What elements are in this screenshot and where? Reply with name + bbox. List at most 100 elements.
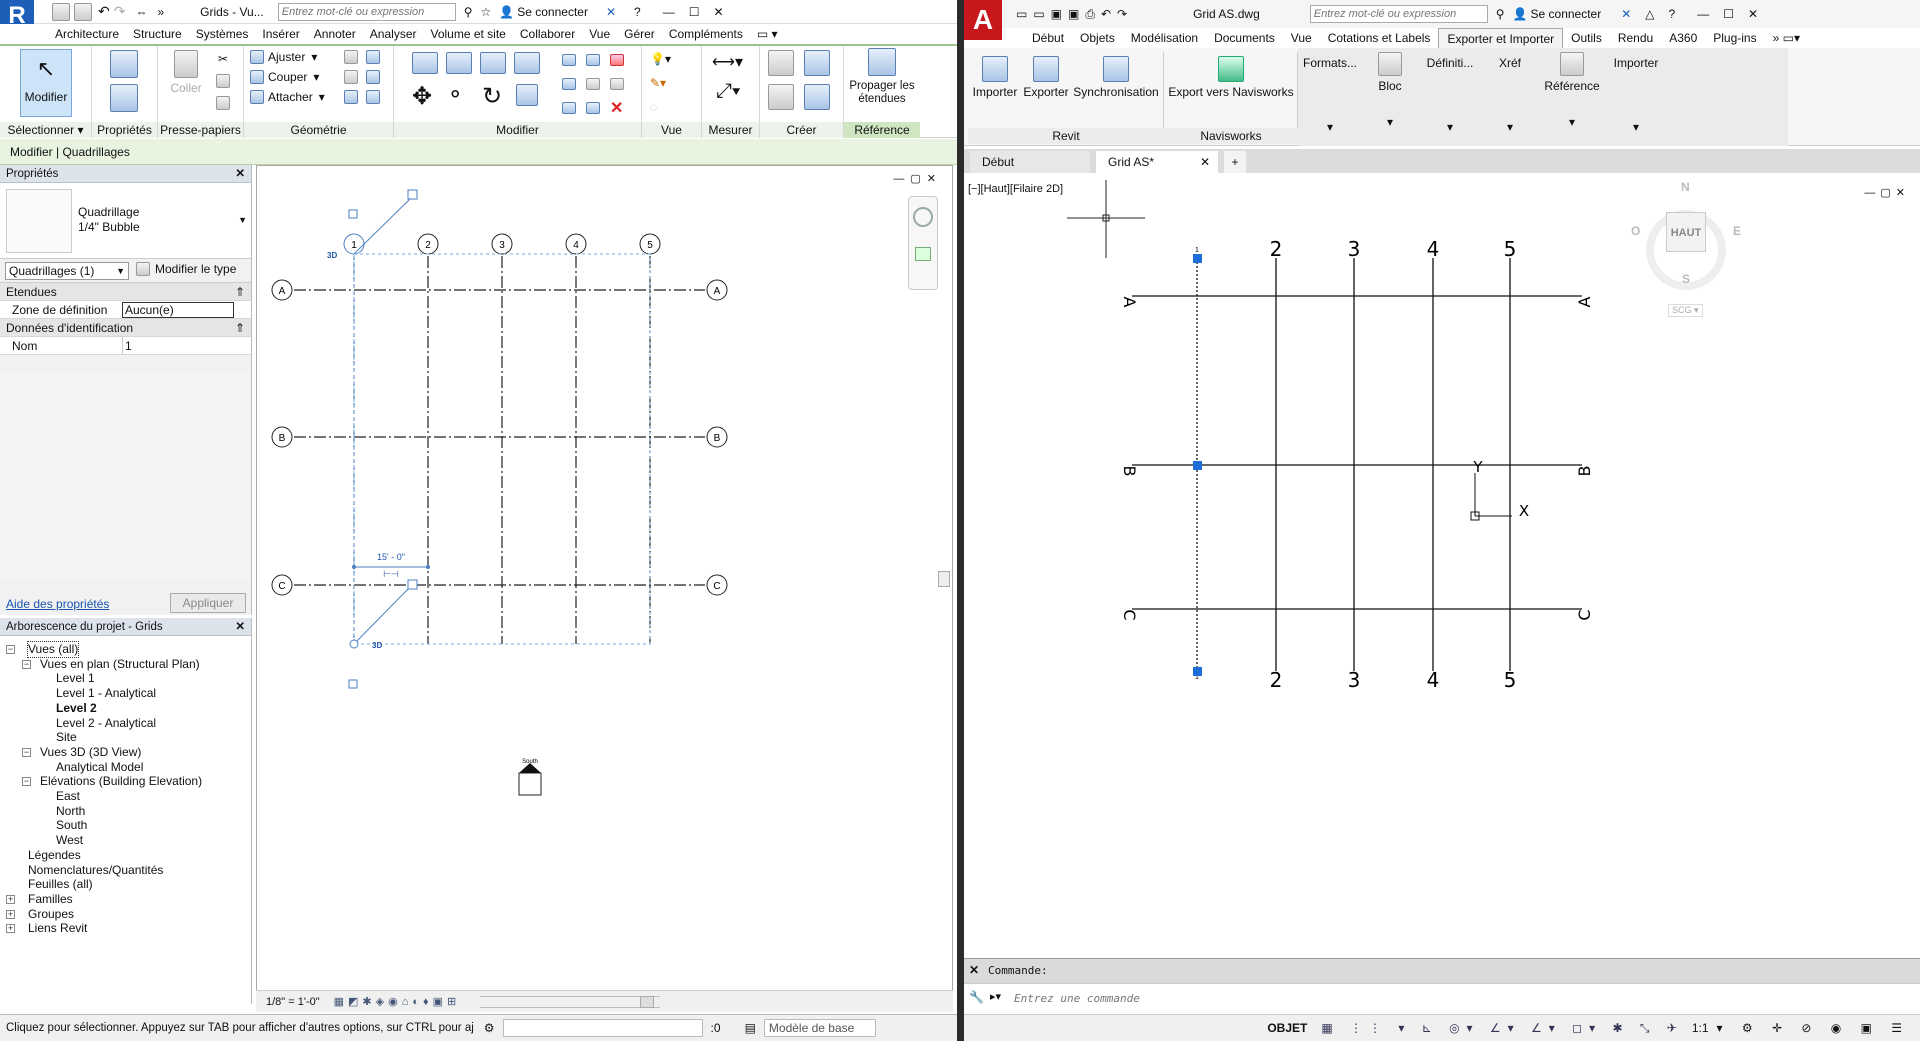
tree-expander-icon[interactable]: + <box>6 894 15 904</box>
revit-drawing[interactable]: 1 2 3 4 5 A A B B C C 3D 3D 15' - 0" ⊢⊣ South <box>257 166 954 992</box>
autocad-search-input[interactable] <box>1309 5 1488 23</box>
tree-node[interactable]: Nomenclatures/Quantités <box>28 863 163 878</box>
elbow-line[interactable] <box>353 195 414 255</box>
unpin-icon[interactable] <box>610 54 624 66</box>
tab-manage[interactable]: Gérer <box>617 24 662 44</box>
offset-icon[interactable] <box>446 52 472 74</box>
tab-insert[interactable]: Insérer <box>255 24 306 44</box>
import-button[interactable]: Importer <box>972 56 1018 99</box>
measure-icon[interactable]: ⇔ <box>135 5 147 19</box>
view-window-controls[interactable]: —▢✕ <box>893 172 942 185</box>
geom-tool-2-icon[interactable] <box>366 50 380 64</box>
cut-icon[interactable]: ✂ <box>218 52 228 66</box>
properties-icon[interactable] <box>110 84 138 112</box>
definition-panel[interactable]: Définiti... ▾ <box>1422 56 1478 134</box>
geom-tool-3-icon[interactable] <box>344 70 358 84</box>
geom-tool-6-icon[interactable] <box>366 90 380 104</box>
hide-icon[interactable]: ◌ <box>650 100 657 114</box>
mirror-draw-icon[interactable] <box>514 52 540 74</box>
navigation-bar[interactable] <box>908 196 938 290</box>
compass-south[interactable]: S <box>1682 272 1690 286</box>
close-icon[interactable]: ✕ <box>713 5 723 19</box>
delete-icon[interactable]: ✕ <box>610 98 623 118</box>
more-icon[interactable]: » <box>157 5 164 19</box>
match-icon[interactable] <box>216 96 230 110</box>
type-selector[interactable]: Quadrillage 1/4" Bubble ▼ <box>0 183 251 259</box>
grip-handle[interactable] <box>1193 667 1202 676</box>
geom-tool-1-icon[interactable] <box>344 50 358 64</box>
horizontal-scrollbar[interactable] <box>480 995 661 1008</box>
bulb-icon[interactable]: 💡▾ <box>650 52 671 66</box>
tree-expander-icon[interactable]: + <box>6 909 15 919</box>
tree-node[interactable]: West <box>56 833 83 848</box>
attacher-button[interactable]: Attacher ▾ <box>250 90 325 104</box>
dimension-text[interactable]: 15' - 0" <box>377 552 405 562</box>
autocad-signin[interactable]: Se connecter <box>1531 7 1602 21</box>
lock-icon[interactable] <box>407 189 418 200</box>
copy-icon[interactable] <box>216 74 230 88</box>
tab-structure[interactable]: Structure <box>126 24 189 44</box>
tab-documents[interactable]: Documents <box>1206 28 1283 48</box>
tree-node[interactable]: Vues (all) <box>26 641 80 658</box>
command-input[interactable] <box>1014 988 1904 1008</box>
grip-handle[interactable] <box>1193 461 1202 470</box>
exchange-icon[interactable]: ✕ <box>1621 7 1631 21</box>
tab-annotate[interactable]: Annoter <box>307 24 363 44</box>
tab-modeling[interactable]: Modélisation <box>1123 28 1206 48</box>
split-icon[interactable] <box>562 54 576 66</box>
create-parts-icon[interactable] <box>768 84 794 110</box>
grid-end-handle[interactable] <box>349 639 359 649</box>
tree-node[interactable]: South <box>56 818 87 833</box>
tab-collaborate[interactable]: Collaborer <box>513 24 582 44</box>
status-settings-icons[interactable]: ▾ ⚙ ✛ ⊘ ◉ ▣ ☰ <box>1717 1021 1910 1035</box>
revit-view-canvas[interactable]: 1 2 3 4 5 A A B B C C 3D 3D 15' - 0" ⊢⊣ South —▢✕ <box>256 165 953 991</box>
help-icon[interactable]: ? <box>634 5 641 19</box>
view-scale[interactable]: 1/8" = 1'-0" <box>266 991 320 1013</box>
user-icon[interactable]: 👤 <box>1513 7 1528 21</box>
mirror-axis-icon[interactable] <box>480 52 506 74</box>
properties-help-link[interactable]: Aide des propriétés <box>6 597 109 611</box>
create-group-icon[interactable] <box>804 84 830 110</box>
dimension-icon[interactable]: ⤢▾ <box>716 80 740 103</box>
maximize-icon[interactable]: ☐ <box>1723 7 1734 21</box>
tab-systems[interactable]: Systèmes <box>189 24 256 44</box>
tab-a360[interactable]: A360 <box>1661 28 1705 48</box>
filter-icon[interactable]: ▤ <box>745 1015 756 1041</box>
view-controls-icons[interactable]: ▦◩✱◈◉⌂◐♦▣⊞ <box>334 991 461 1013</box>
tab-render[interactable]: Rendu <box>1610 28 1661 48</box>
3d-label[interactable]: 3D <box>327 251 337 260</box>
trim-icon[interactable] <box>516 84 538 106</box>
copy-move-icon[interactable]: ⚬ <box>446 82 464 108</box>
tab-objects[interactable]: Objets <box>1072 28 1123 48</box>
edit-type-button[interactable]: Modifier le type <box>136 262 236 276</box>
tree-node[interactable]: Elévations (Building Elevation) <box>40 774 202 789</box>
tab-plugins[interactable]: Plug-ins <box>1705 28 1764 48</box>
new-tab-button[interactable]: + <box>1224 151 1246 173</box>
compass-west[interactable]: O <box>1631 224 1640 238</box>
tree-node[interactable]: Vues en plan (Structural Plan) <box>40 657 200 672</box>
xref-panel[interactable]: Xréf ▾ <box>1482 56 1538 134</box>
ajuster-button[interactable]: Ajuster ▾ <box>250 50 317 64</box>
tree-node[interactable]: Vues 3D (3D View) <box>40 745 141 760</box>
tree-expander-icon[interactable]: − <box>22 777 31 787</box>
tree-expander-icon[interactable]: + <box>6 924 15 934</box>
ucs-menu[interactable]: SCG ▾ <box>1668 304 1703 317</box>
geom-tool-5-icon[interactable] <box>344 90 358 104</box>
tree-node[interactable]: Groupes <box>28 907 74 922</box>
type-properties-icon[interactable] <box>110 50 138 78</box>
tree-node[interactable]: Level 1 <box>56 671 95 686</box>
elbow-line[interactable] <box>353 583 414 645</box>
redo-icon[interactable]: ↷ <box>114 3 126 20</box>
annotation-scale[interactable]: 1:1 <box>1692 1021 1709 1035</box>
status-toggle-icons[interactable]: ▦ ⋮⋮ ▾ ⊾ ◎▾ ∠▾ ∠▾ ◻▾ ✱ ⤡ ✈ <box>1321 1021 1684 1036</box>
couper-button[interactable]: Couper ▾ <box>250 70 319 84</box>
more-tabs-icon[interactable]: » ▭▾ <box>1765 28 1808 48</box>
worksets-icon[interactable]: ⚙ <box>484 1015 495 1041</box>
more-tabs-icon[interactable]: ▭ ▾ <box>750 24 785 44</box>
autocad-drawing[interactable]: 1122334455A AB BC CYX <box>964 176 1920 958</box>
maximize-icon[interactable]: ☐ <box>689 5 700 19</box>
tab-addins[interactable]: Compléments <box>662 24 750 44</box>
tab-tools[interactable]: Outils <box>1563 28 1610 48</box>
viewcube[interactable]: HAUT N S E O SCG ▾ <box>1612 176 1752 326</box>
cmd-close-icon[interactable]: ✕ <box>969 963 979 977</box>
